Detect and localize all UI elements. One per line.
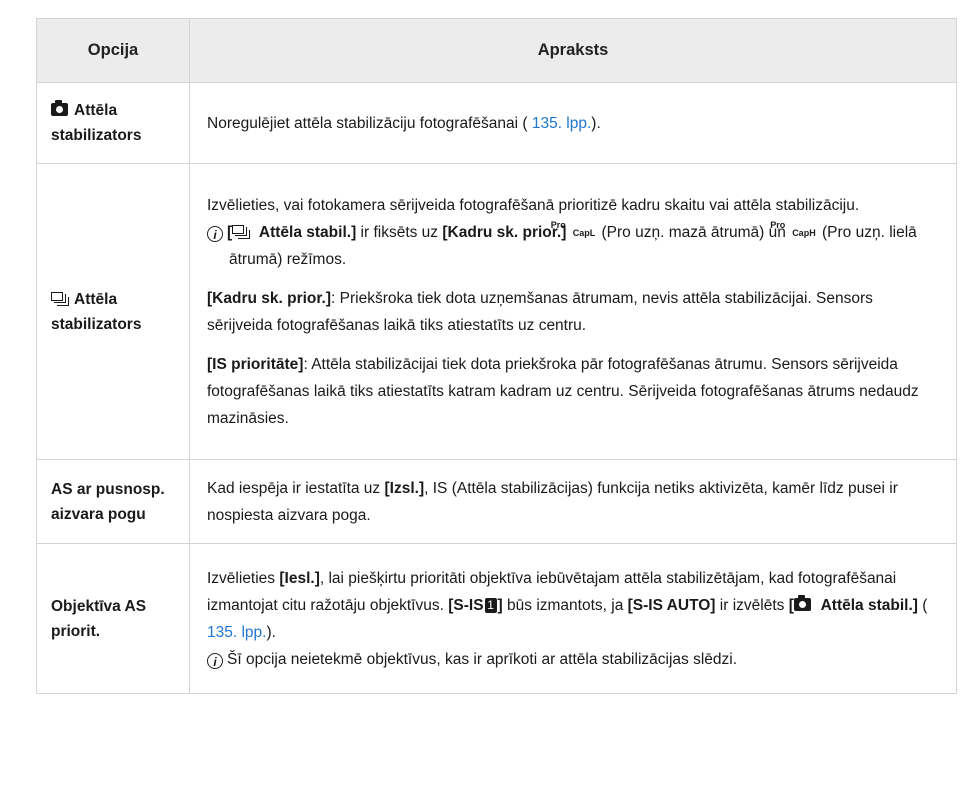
desc-text: Noregulējiet attēla stabilizāciju fotogr… [207, 114, 532, 132]
header-description: Apraksts [189, 18, 957, 83]
digit-one-badge: 1 [484, 597, 497, 613]
sequential-shooting-icon [51, 291, 69, 306]
note-icon: i [207, 225, 223, 242]
header-option: Opcija [36, 18, 190, 83]
table-row: AS ar pusnosp. aizvara pogu Kad iespēja … [36, 459, 957, 544]
option-cell: AS ar pusnosp. aizvara pogu [36, 459, 190, 544]
table-row: Attēla stabilizators Noregulējiet attēla… [36, 82, 957, 164]
desc-intro: Izvēlieties, vai fotokamera sērijveida f… [207, 196, 860, 214]
option-cell: Attēla stabilizators [36, 82, 190, 164]
description-cell: Kad iespēja ir iestatīta uz [Izsl.], IS … [189, 459, 957, 544]
pro-capture-high-icon: Pro CapH [770, 219, 816, 238]
table-header-row: Opcija Apraksts [36, 18, 957, 83]
page-link[interactable]: 135. lpp. [532, 115, 591, 132]
table-row: Objektīva AS priorit. Izvēlieties [Iesl.… [36, 543, 957, 694]
desc-text-end: ). [591, 114, 601, 132]
description-cell: Noregulējiet attēla stabilizāciju fotogr… [189, 82, 957, 164]
description-cell: Izvēlieties [Iesl.], lai piešķirtu prior… [189, 543, 957, 694]
sequential-shooting-icon [232, 224, 251, 239]
option-label: AS ar pusnosp. aizvara pogu [51, 480, 165, 523]
desc-main: Izvēlieties [Iesl.], lai piešķirtu prior… [207, 569, 928, 641]
table-row: Attēla stabilizators Izvēlieties, vai fo… [36, 163, 957, 460]
option-kadru-desc: [Kadru sk. prior.]: Priekšroka tiek dota… [207, 289, 873, 334]
option-is-prioritate-desc: [IS prioritāte]: Attēla stabilizācijai t… [207, 355, 919, 427]
note-paragraph: i Šī opcija neietekmē objektīvus, kas ir … [207, 646, 942, 673]
options-table: Opcija Apraksts Attēla stabilizators Nor… [36, 18, 957, 694]
camera-icon [793, 594, 811, 611]
camera-icon [51, 100, 68, 116]
page-link[interactable]: 135. lpp. [207, 624, 266, 641]
pro-capture-low-icon: Pro CapL [550, 219, 596, 238]
option-cell: Attēla stabilizators [36, 163, 190, 460]
option-label: Objektīva AS priorit. [51, 597, 147, 640]
note-paragraph: i[ Attēla stabil.] ir fiksēts uz [Kadru … [207, 219, 942, 273]
description-cell: Izvēlieties, vai fotokamera sērijveida f… [189, 163, 957, 460]
note-icon: i [207, 652, 223, 669]
option-cell: Objektīva AS priorit. [36, 543, 190, 694]
